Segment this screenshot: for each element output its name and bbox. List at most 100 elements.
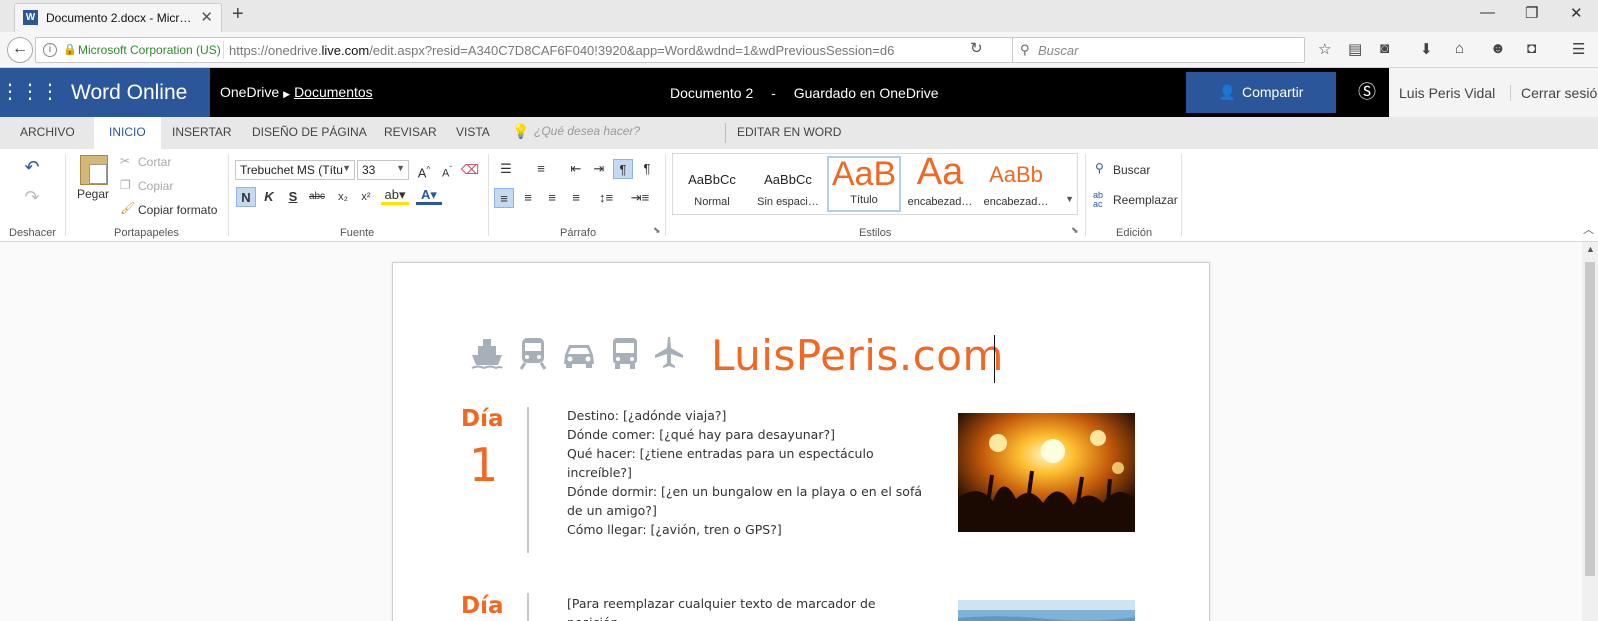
paragraph-launcher-icon[interactable]: ⬊	[653, 225, 661, 236]
browser-search-input[interactable]: ⚲ Buscar	[1012, 37, 1305, 63]
scrollbar-thumb[interactable]	[1585, 262, 1595, 576]
tab-archivo[interactable]: ARCHIVO	[20, 125, 75, 139]
ltr-icon[interactable]: ¶	[613, 159, 633, 179]
line-spacing-icon[interactable]: ↕≡	[592, 188, 620, 208]
cut-button[interactable]: Cortar	[138, 155, 171, 169]
numbering-icon[interactable]: ≡	[531, 159, 551, 179]
info-icon[interactable]: i	[43, 43, 57, 57]
paste-icon[interactable]	[80, 155, 108, 185]
underline-button[interactable]: S	[283, 187, 303, 207]
sign-out-link[interactable]: Cerrar sesión	[1510, 85, 1598, 101]
back-button[interactable]: ←	[7, 37, 33, 63]
home-icon[interactable]: ⌂	[1455, 40, 1464, 57]
bookmark-star-icon[interactable]: ☆	[1318, 40, 1331, 58]
copy-icon[interactable]: ❐	[120, 178, 131, 192]
undo-icon[interactable]: ↶	[22, 157, 42, 177]
bullets-icon[interactable]: ☰	[496, 159, 516, 179]
day-1-details[interactable]: Destino: [¿adónde viaja?] Dónde comer: […	[567, 406, 925, 539]
tab-revisar[interactable]: REVISAR	[384, 125, 437, 139]
align-center-icon[interactable]: ≡	[518, 188, 538, 208]
redo-icon[interactable]: ↷	[22, 187, 42, 207]
paste-button[interactable]: Pegar	[77, 187, 109, 201]
increase-indent-icon[interactable]: ⇥	[589, 159, 609, 179]
shrink-font-icon[interactable]: Aˇ	[437, 160, 457, 180]
url-bar[interactable]: i 🔒 Microsoft Corporation (US) https://o…	[35, 37, 1035, 63]
restore-icon[interactable]: ❐	[1525, 4, 1538, 22]
day-label[interactable]: Día	[461, 406, 504, 432]
document-page[interactable]: LuisPeris.com Día 1 Destino: [¿adónde vi…	[392, 262, 1210, 621]
reading-list-icon[interactable]: ▤	[1348, 40, 1362, 58]
breadcrumb-onedrive[interactable]: OneDrive	[220, 84, 279, 100]
app-brand[interactable]: Word Online	[51, 68, 210, 117]
style-normal[interactable]: AaBbCc Normal	[675, 156, 749, 212]
italic-button[interactable]: K	[259, 187, 279, 207]
user-name[interactable]: Luis Peris Vidal	[1399, 85, 1495, 101]
replace-button[interactable]: Reemplazar	[1113, 193, 1178, 207]
document-title[interactable]: LuisPeris.com	[711, 331, 1004, 380]
font-color-icon[interactable]: A▾	[416, 187, 442, 205]
align-left-icon[interactable]: ≡	[494, 188, 514, 208]
font-name-select[interactable]: Trebuchet MS (Títu ▼	[235, 160, 355, 180]
extension-icon[interactable]: ◘	[1527, 40, 1536, 57]
edit-in-word-button[interactable]: EDITAR EN WORD	[737, 125, 841, 139]
breadcrumb-documentos[interactable]: Documentos	[294, 84, 373, 100]
window-close-icon[interactable]: ✕	[1570, 4, 1583, 22]
collapse-ribbon-icon[interactable]: ︿	[1583, 221, 1594, 237]
day-number[interactable]: 1	[469, 438, 498, 492]
concert-photo[interactable]	[958, 413, 1135, 532]
beach-photo[interactable]	[958, 600, 1135, 621]
decrease-indent-icon[interactable]: ⇤	[566, 159, 586, 179]
subscript-button[interactable]: x₂	[333, 187, 353, 207]
document-name[interactable]: Documento 2	[670, 85, 753, 101]
style-encabezado-1[interactable]: Aa encabezad…	[903, 156, 977, 212]
vertical-scrollbar[interactable]: ▲	[1582, 242, 1598, 621]
strikethrough-button[interactable]: abc	[307, 187, 327, 207]
paragraph-indent-icon[interactable]: ⇥≡	[626, 188, 654, 208]
find-icon[interactable]: ⚲	[1095, 161, 1104, 175]
url-text[interactable]: https://onedrive.live.com/edit.aspx?resi…	[229, 43, 894, 58]
find-button[interactable]: Buscar	[1113, 163, 1150, 177]
styles-launcher-icon[interactable]: ⬊	[1071, 225, 1079, 236]
group-label-deshacer: Deshacer	[9, 227, 57, 239]
tell-me-input[interactable]: ¿Qué desea hacer?	[534, 124, 640, 138]
superscript-button[interactable]: x²	[356, 187, 376, 207]
menu-icon[interactable]: ☰	[1572, 40, 1585, 58]
highlight-icon[interactable]: ab▾	[381, 187, 409, 205]
skype-icon[interactable]: Ⓢ	[1345, 68, 1389, 117]
format-painter-icon[interactable]: 🖌	[120, 201, 135, 215]
day-label[interactable]: Día	[461, 593, 504, 619]
airplane-icon	[655, 337, 683, 368]
rtl-icon[interactable]: ¶	[637, 159, 657, 179]
browser-tab[interactable]: W Documento 2.docx - Micr… ✕	[14, 3, 222, 32]
style-encabezado-2[interactable]: AaBb encabezad…	[979, 156, 1053, 212]
new-tab-icon[interactable]: +	[232, 3, 244, 26]
day-2-details[interactable]: [Para reemplazar cualquier texto de marc…	[567, 594, 925, 621]
emoji-icon[interactable]: ☻	[1490, 40, 1506, 57]
scroll-up-icon[interactable]: ▲	[1586, 244, 1595, 254]
tab-inicio[interactable]: INICIO	[94, 117, 161, 149]
format-painter-button[interactable]: Copiar formato	[138, 203, 217, 217]
pocket-icon[interactable]: ◙	[1380, 40, 1389, 57]
justify-icon[interactable]: ≡	[566, 188, 586, 208]
reload-icon[interactable]: ↻	[970, 39, 983, 57]
tab-insertar[interactable]: INSERTAR	[172, 125, 232, 139]
tab-vista[interactable]: VISTA	[456, 125, 490, 139]
style-sin-espaciado[interactable]: AaBbCc Sin espaci…	[751, 156, 825, 212]
share-button[interactable]: 👤 Compartir	[1186, 72, 1336, 113]
replace-icon[interactable]: ab ac	[1093, 191, 1103, 209]
align-right-icon[interactable]: ≡	[542, 188, 562, 208]
app-launcher-icon[interactable]: ⋮⋮⋮	[0, 68, 60, 117]
style-titulo[interactable]: AaB Título	[827, 156, 901, 212]
font-size-select[interactable]: 33 ▼	[357, 160, 409, 180]
clear-format-icon[interactable]: ⌫	[460, 160, 480, 180]
copy-button[interactable]: Copiar	[138, 179, 173, 193]
bold-button[interactable]: N	[236, 187, 256, 207]
grow-font-icon[interactable]: A^	[414, 160, 434, 180]
close-tab-icon[interactable]: ✕	[200, 8, 213, 26]
cut-icon[interactable]: ✂	[120, 154, 130, 168]
detail-dormir: Dónde dormir: [¿en un bungalow en la pla…	[567, 484, 923, 518]
minimize-icon[interactable]: —	[1480, 4, 1495, 21]
styles-more-icon[interactable]: ▼	[1065, 194, 1074, 204]
download-icon[interactable]: ⬇	[1420, 40, 1433, 58]
tab-diseno-pagina[interactable]: DISEÑO DE PÁGINA	[252, 125, 367, 139]
